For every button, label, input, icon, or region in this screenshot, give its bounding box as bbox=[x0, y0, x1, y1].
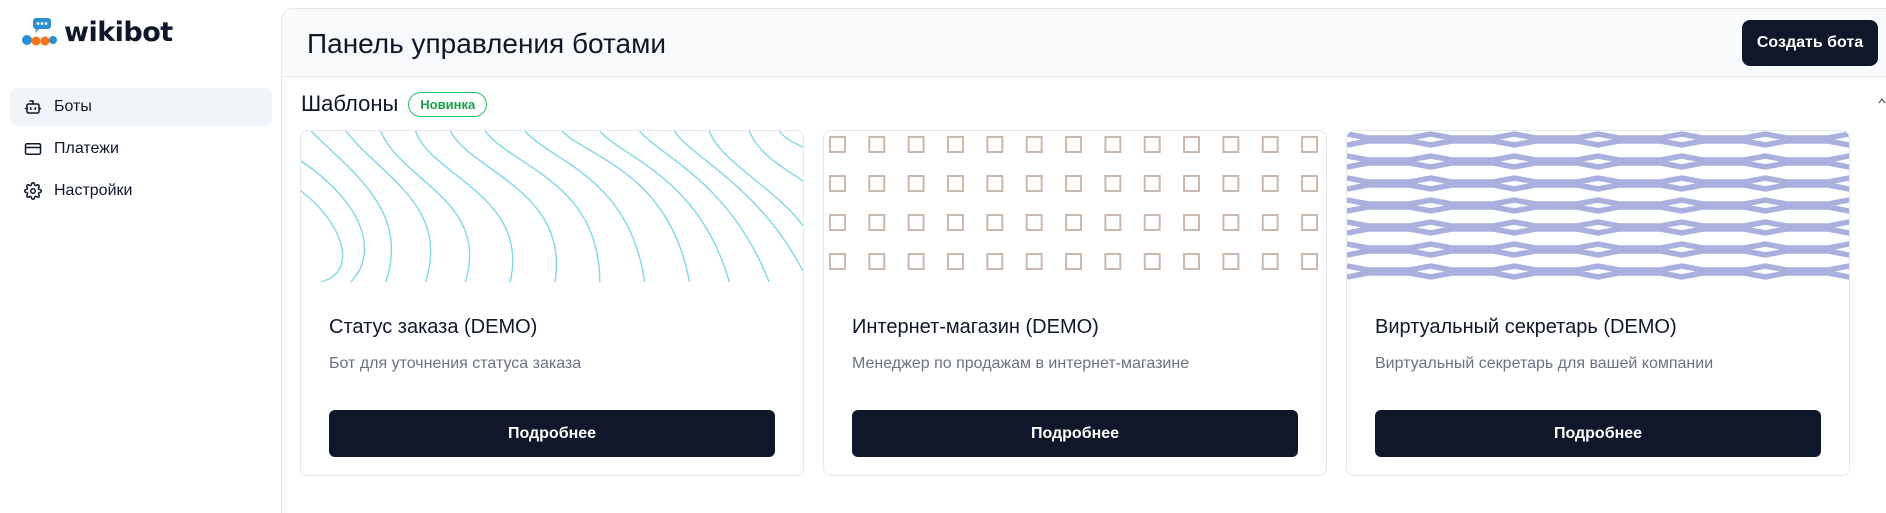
new-badge: Новинка bbox=[408, 91, 488, 117]
template-card-online-store[interactable]: Интернет-магазин (DEMO) Менеджер по прод… bbox=[823, 130, 1327, 476]
sidebar-nav: Боты Платежи Настройки bbox=[10, 88, 272, 214]
card-title: Интернет-магазин (DEMO) bbox=[852, 316, 1099, 338]
page-header: Панель управления ботами Создать бота bbox=[282, 9, 1886, 77]
card-title: Виртуальный секретарь (DEMO) bbox=[1375, 316, 1677, 338]
templates-section-header: Шаблоны Новинка bbox=[301, 91, 488, 117]
sidebar: wikibot Боты Платежи Настройки bbox=[0, 0, 280, 513]
logo[interactable]: wikibot bbox=[20, 16, 173, 48]
template-card-virtual-secretary[interactable]: Виртуальный секретарь (DEMO) Виртуальный… bbox=[1346, 130, 1850, 476]
sidebar-item-payments[interactable]: Платежи bbox=[10, 130, 272, 168]
template-card-order-status[interactable]: Статус заказа (DEMO) Бот для уточнения с… bbox=[300, 130, 804, 476]
details-button[interactable]: Подробнее bbox=[852, 410, 1298, 457]
wikibot-logo-icon bbox=[20, 16, 58, 48]
card-description: Менеджер по продажам в интернет-магазине bbox=[852, 355, 1190, 372]
details-button[interactable]: Подробнее bbox=[329, 410, 775, 457]
bot-icon bbox=[24, 98, 42, 116]
scrollbar[interactable] bbox=[1878, 94, 1886, 513]
square-grid-pattern-icon bbox=[828, 136, 1319, 270]
card-description: Бот для уточнения статуса заказа bbox=[329, 355, 582, 372]
card-title: Статус заказа (DEMO) bbox=[329, 316, 538, 338]
details-button[interactable]: Подробнее bbox=[1375, 410, 1821, 457]
sidebar-item-label: Настройки bbox=[54, 182, 133, 199]
credit-card-icon bbox=[24, 140, 42, 158]
sidebar-item-bots[interactable]: Боты bbox=[10, 88, 272, 126]
sidebar-item-label: Платежи bbox=[54, 140, 119, 157]
create-bot-button[interactable]: Создать бота bbox=[1742, 20, 1878, 66]
templates-title: Шаблоны bbox=[301, 91, 399, 116]
logo-text: wikibot bbox=[64, 16, 173, 48]
page-title: Панель управления ботами bbox=[307, 28, 666, 59]
zigzag-pattern-icon bbox=[1347, 131, 1849, 280]
sidebar-item-label: Боты bbox=[54, 98, 92, 115]
topographic-pattern-icon bbox=[301, 131, 803, 282]
sidebar-item-settings[interactable]: Настройки bbox=[10, 172, 272, 210]
gear-icon bbox=[24, 182, 42, 200]
card-description: Виртуальный секретарь для вашей компании bbox=[1375, 355, 1714, 372]
main-content: Панель управления ботами Создать бота Ша… bbox=[281, 8, 1886, 513]
